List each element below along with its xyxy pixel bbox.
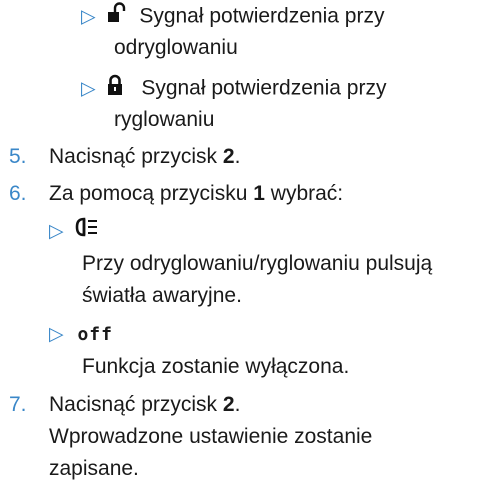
button-number: 2 (222, 393, 235, 416)
bullet-lock-line1: Sygnał potwierdzenia przy (141, 76, 387, 100)
step-number: 6. (9, 182, 27, 205)
unlock-icon (107, 2, 129, 32)
option-hazard-lights: ▷ (49, 217, 99, 246)
option-off-line1: Funkcja zostanie wyłączona. (82, 355, 350, 378)
step-text: Za pomocą przycisku (49, 182, 254, 205)
button-number: 2 (222, 145, 235, 168)
bullet-unlock-line1: Sygnał potwierdzenia przy (139, 4, 385, 28)
triangle-bullet-icon: ▷ (81, 78, 96, 100)
step-number: 7. (9, 393, 27, 416)
option-off: ▷ off (49, 320, 113, 349)
step-6: 6. Za pomocą przycisku 1 wybrać: (9, 180, 343, 208)
step-7-line3: zapisane. (49, 457, 139, 480)
step-5: 5. Nacisnąć przycisk 2. (9, 143, 240, 171)
triangle-bullet-icon: ▷ (49, 324, 64, 345)
bullet-lock-line2: ryglowaniu (114, 108, 215, 131)
step-text-end: wybrać: (264, 182, 344, 205)
step-text-end: . (234, 145, 241, 168)
step-text: Nacisnąć przycisk (49, 393, 223, 416)
step-number: 5. (9, 145, 27, 168)
step-text: Nacisnąć przycisk (49, 145, 223, 168)
lock-icon (107, 74, 123, 104)
triangle-bullet-icon: ▷ (49, 221, 64, 242)
triangle-bullet-icon: ▷ (81, 6, 96, 28)
option-hazard-line1: Przy odryglowaniu/ryglowaniu pulsują (82, 252, 433, 275)
bullet-unlock-line2: odryglowaniu (114, 36, 238, 59)
bullet-unlock-signal: ▷ Sygnał potwierdzenia przy (81, 2, 384, 32)
step-7: 7. Nacisnąć przycisk 2. (9, 391, 240, 419)
bullet-lock-signal: ▷ Sygnał potwierdzenia przy (81, 74, 386, 104)
off-display-text: off (77, 324, 113, 345)
hazard-lights-icon (75, 217, 99, 245)
step-text-end: . (234, 393, 241, 416)
step-7-line2: Wprowadzone ustawienie zostanie (49, 425, 373, 448)
button-number: 1 (253, 182, 265, 205)
option-hazard-line2: światła awaryjne. (82, 284, 242, 307)
